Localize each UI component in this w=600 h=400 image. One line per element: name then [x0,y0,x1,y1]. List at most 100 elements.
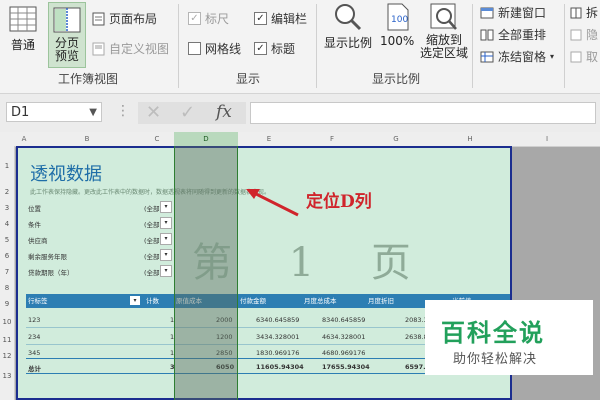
zoom-to-selection-button[interactable]: 缩放到 选定区域 [420,2,468,60]
normal-view-button[interactable]: 普通 [8,4,38,53]
unhide-icon [570,51,582,62]
zoom-100-button[interactable]: 100 100% [380,2,414,48]
chevron-down-icon: ▾ [550,52,555,61]
table-cell: 234 [28,333,41,341]
row-headers: 1 2 3 4 5 6 7 8 9 10 11 12 13 [0,146,15,400]
table-cell: 4680.969176 [322,349,366,357]
payment-header: 付款金额 [240,297,266,305]
new-window-button[interactable]: 新建窗口 [480,4,546,21]
filter-dropdown-icon[interactable]: ▾ [160,233,172,245]
unhide-button[interactable]: 取 [570,48,598,65]
column-header-b[interactable]: B [34,132,140,146]
page-number-watermark: 第 1 页 [192,240,433,286]
page-break-preview-button[interactable]: 分页 预览 [48,2,86,68]
filter-icon[interactable]: ▾ [130,296,140,305]
page-break-preview-icon [53,7,81,33]
filter-label: 剩余服务年限 [28,253,67,261]
more-icon: ⋮ [116,103,130,119]
total-cell: 11605.94304 [256,363,304,371]
column-header-d-selected[interactable]: D [174,132,238,146]
column-headers: A B C E F G H I [0,132,600,147]
filter-label: 供应商 [28,237,48,245]
logo-title: 百科全说 [441,319,545,347]
formula-bar-checkbox[interactable]: ✓ 编辑栏 [254,10,307,27]
table-cell: 8340.645859 [322,316,366,324]
logo-subtitle: 助你轻松解决 [453,352,538,367]
table-cell: 6340.645859 [256,316,300,324]
checkbox-icon: ✓ [188,12,201,25]
split-icon [570,7,582,18]
row-header[interactable]: 12 [0,352,14,360]
monthly-depreciation-header: 月度折旧 [368,297,394,305]
table-cell: 1830.969176 [256,349,300,357]
row-header[interactable]: 8 [0,284,14,292]
row-header[interactable]: 1 [0,162,14,170]
column-header-e[interactable]: E [238,132,300,146]
svg-text:100: 100 [391,15,408,25]
column-header-f[interactable]: F [300,132,364,146]
row-header[interactable]: 2 [0,188,14,196]
row-header[interactable]: 13 [0,372,14,380]
total-cell: 总计 [28,365,41,373]
row-header[interactable]: 7 [0,268,14,276]
split-button[interactable]: 拆 [570,4,598,21]
row-header[interactable]: 5 [0,236,14,244]
magnifier-icon [335,4,362,31]
zoom-group-label: 显示比例 [372,72,421,86]
row-header[interactable]: 11 [0,336,14,344]
formula-input[interactable] [250,102,596,124]
separator [178,4,179,88]
filter-label: 贷款期限（年） [28,269,74,277]
total-cell: 17655.94304 [322,363,370,371]
custom-views-button[interactable]: 自定义视图 [92,40,169,57]
filter-label: 条件 [28,221,41,229]
cancel-icon[interactable]: ✕ [146,102,161,123]
page-layout-button[interactable]: 页面布局 [92,10,157,27]
ribbon-view-tab: 普通 分页 预览 页面布局 自定义视图 工作簿视图 ✓ 标尺 ✓ 编辑栏 网格线 ✓… [0,0,600,94]
checkbox-icon [188,42,201,55]
gridlines-checkbox[interactable]: 网格线 [188,40,241,57]
row-header[interactable]: 9 [0,300,14,308]
column-header-i[interactable]: I [512,132,582,146]
hide-button[interactable]: 隐 [570,26,598,43]
annotation-text: 定位D列 [306,192,372,212]
table-cell: 3434.328001 [256,333,300,341]
table-cell: 123 [28,316,41,324]
filter-dropdown-icon[interactable]: ▾ [160,217,172,229]
count-header: 计数 [146,297,159,305]
table-cell: 4634.328001 [322,333,366,341]
checkbox-icon: ✓ [254,12,267,25]
headings-checkbox[interactable]: ✓ 标题 [254,40,295,57]
filter-dropdown-icon[interactable]: ▾ [160,201,172,213]
separator [316,4,317,88]
annotation-arrow-icon [246,189,299,217]
column-header-a[interactable]: A [14,132,34,146]
filter-dropdown-icon[interactable]: ▾ [160,249,172,261]
filter-dropdown-icon[interactable]: ▾ [160,265,172,277]
checkbox-icon: ✓ [254,42,267,55]
filter-label: 位置 [28,205,41,213]
arrange-all-button[interactable]: 全部重排 [480,26,546,43]
sheet-title: 透视数据 [30,164,102,185]
separator [472,4,473,88]
custom-views-icon [92,42,105,55]
formula-buttons: ✕ ✓ fx [138,102,246,124]
zoom-button[interactable]: 显示比例 [324,2,372,51]
freeze-panes-button[interactable]: 冻结窗格 ▾ [480,48,554,65]
insert-function-icon[interactable]: fx [216,102,232,122]
row-header[interactable]: 3 [0,204,14,212]
table-cell: 345 [28,349,41,357]
zoom-selection-icon [430,3,457,30]
hide-icon [570,29,582,40]
column-header-g[interactable]: G [364,132,428,146]
enter-icon[interactable]: ✓ [180,102,195,123]
row-header[interactable]: 4 [0,220,14,228]
row-header[interactable]: 10 [0,318,14,326]
row-header[interactable]: 6 [0,252,14,260]
workbook-views-group-label: 工作簿视图 [58,72,119,86]
new-window-icon [480,7,494,18]
column-header-c[interactable]: C [140,132,174,146]
column-header-h[interactable]: H [428,132,512,146]
ruler-checkbox[interactable]: ✓ 标尺 [188,10,229,27]
name-box[interactable]: D1 ▼ [6,102,102,122]
